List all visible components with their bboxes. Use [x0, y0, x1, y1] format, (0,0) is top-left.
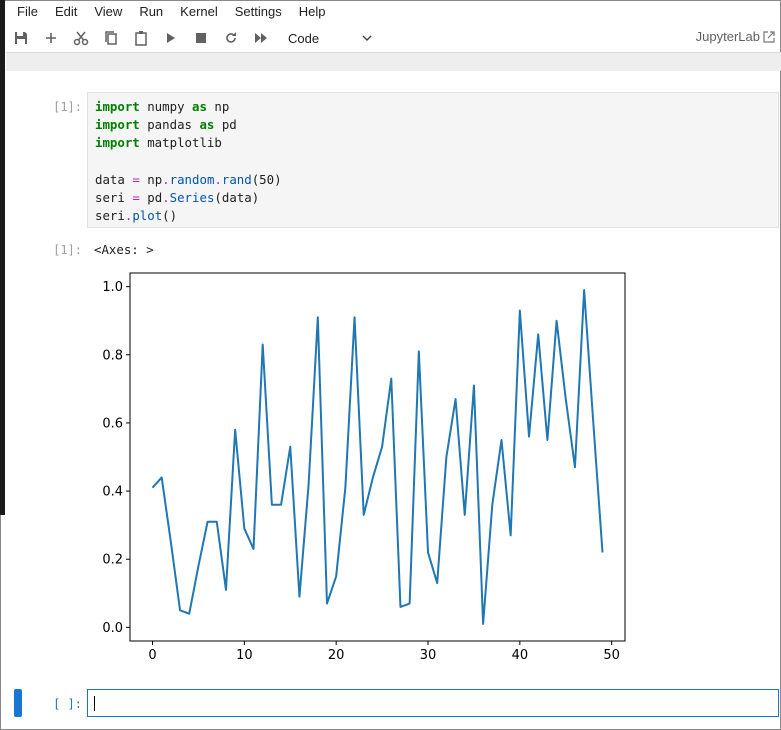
notebook-top-band: [6, 53, 781, 71]
x-tick-label: 30: [420, 648, 437, 663]
cut-button[interactable]: [66, 25, 96, 51]
restart-icon: [226, 32, 236, 43]
x-tick-label: 40: [512, 648, 529, 663]
y-tick-label: 0.8: [102, 348, 123, 363]
notebook-toolbar: Code JupyterLab: [6, 24, 781, 53]
menu-help[interactable]: Help: [290, 4, 334, 19]
left-panel-strip: [0, 0, 5, 515]
save-icon: [15, 32, 27, 44]
active-cell-indicator: [14, 689, 22, 717]
x-tick-label: 50: [603, 648, 620, 663]
x-tick-label: 0: [148, 648, 156, 663]
y-tick-label: 0.2: [102, 553, 123, 568]
menu-file[interactable]: File: [8, 4, 46, 19]
y-tick-label: 1.0: [102, 280, 123, 295]
x-tick-label: 20: [328, 648, 345, 663]
code-line-1: import numpy as np: [95, 99, 230, 114]
plot-axes-frame: [129, 272, 626, 642]
code-line-3: import matplotlib: [95, 135, 222, 150]
code-line-6: seri = pd.Series(data): [95, 190, 260, 205]
add-icon: [46, 33, 56, 43]
restart-button[interactable]: [216, 25, 246, 51]
paste-icon: [135, 31, 147, 46]
code-line-5: data = np.random.rand(50): [95, 172, 282, 187]
chevron-down-icon: [362, 35, 372, 41]
paste-button[interactable]: [126, 25, 156, 51]
cut-icon: [73, 31, 89, 46]
copy-icon: [105, 31, 117, 45]
menu-view[interactable]: View: [85, 4, 130, 19]
jupyterlab-label: JupyterLab: [695, 29, 760, 44]
menu-run[interactable]: Run: [130, 4, 171, 19]
cell-type-select[interactable]: Code: [284, 26, 376, 50]
run-button[interactable]: [156, 25, 186, 51]
restart-run-all-button[interactable]: [246, 25, 276, 51]
save-button[interactable]: [6, 25, 36, 51]
run-icon: [167, 33, 175, 43]
y-tick-label: 0.6: [102, 416, 123, 431]
code-line-7: seri.plot(): [95, 208, 178, 223]
add-cell-button[interactable]: [36, 25, 66, 51]
stop-icon: [196, 33, 206, 43]
open-in-jupyterlab-link[interactable]: JupyterLab: [696, 29, 775, 44]
text-cursor: [94, 696, 95, 711]
fast-forward-icon: [255, 33, 267, 43]
y-tick-label: 0.4: [102, 485, 123, 500]
y-tick-label: 0.0: [102, 621, 123, 636]
output-prompt: [1]:: [53, 243, 82, 257]
menu-edit[interactable]: Edit: [46, 4, 85, 19]
copy-button[interactable]: [96, 25, 126, 51]
input-prompt: [1]:: [53, 100, 82, 114]
output-text: <Axes: >: [94, 242, 154, 257]
stop-button[interactable]: [186, 25, 216, 51]
x-tick-label: 10: [236, 648, 253, 663]
empty-cell-editor[interactable]: [87, 689, 779, 717]
code-cell-editor[interactable]: import numpy as np import pandas as pd i…: [87, 92, 779, 228]
empty-cell-prompt: [ ]:: [53, 697, 82, 711]
cell-type-value: Code: [288, 30, 320, 46]
external-link-icon: [763, 30, 775, 43]
menu-settings[interactable]: Settings: [226, 4, 290, 19]
code-line-2: import pandas as pd: [95, 117, 237, 132]
line-chart: 0 10 20 30 40 50 0.0 0.2 0.4 0.6 0.8 1.0: [102, 272, 626, 663]
menu-kernel[interactable]: Kernel: [171, 4, 226, 19]
menu-bar: File Edit View Run Kernel Settings Help: [8, 0, 333, 22]
